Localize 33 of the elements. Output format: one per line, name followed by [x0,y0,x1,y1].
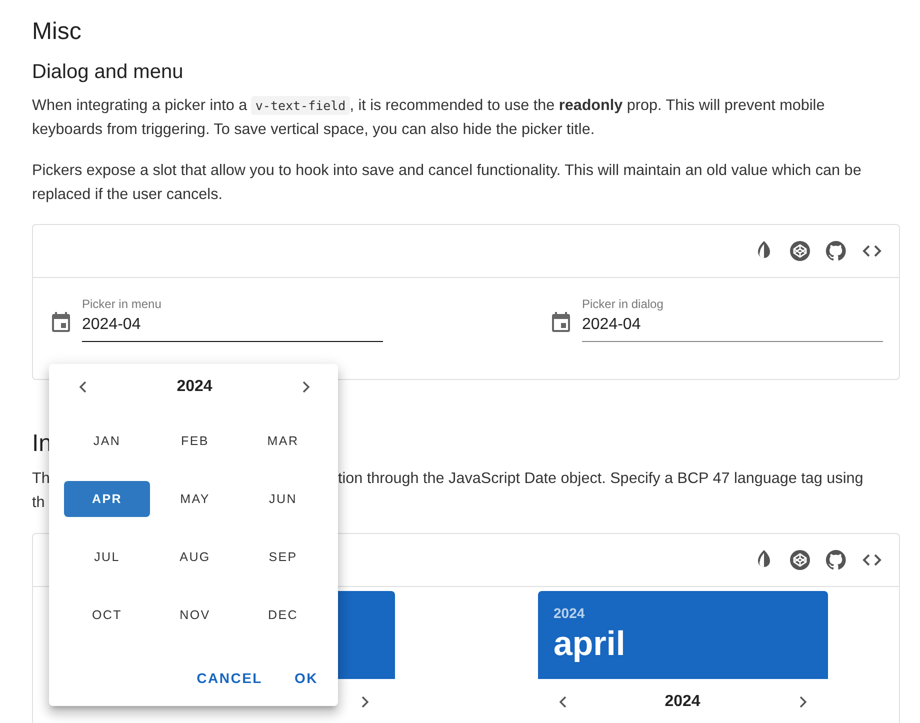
calendar-icon[interactable] [49,310,73,334]
paragraph-fragment: Th [32,469,50,489]
paragraph-fragment: tion through the JavaScript Date object. Specify a BCP 47 language tag using [338,469,864,489]
cube-icon[interactable] [788,548,812,572]
month-button[interactable]: SEP [240,539,326,575]
month-button[interactable]: NOV [152,597,238,633]
calendar-icon[interactable] [549,310,573,334]
header-year[interactable]: 2024 [554,603,585,623]
year-label[interactable]: 2024 [664,693,700,711]
year-label[interactable]: 2024 [176,378,212,396]
cat-silhouette-icon[interactable] [824,239,848,263]
page-title: Misc [32,17,82,47]
month-button[interactable]: APR [64,481,150,517]
action-button[interactable]: OK [282,660,330,696]
month-button[interactable]: AUG [152,539,238,575]
paragraph-fragment: th [32,493,45,513]
month-button[interactable]: FEB [152,423,238,459]
date-field[interactable]: Picker in menu 2024-04 [82,297,383,342]
month-button[interactable]: JUN [240,481,326,517]
paragraph: When integrating a picker into a v-text-field , it is recommended to use the readonly prop. This will prevent mobile keyboards from triggering. To save vertical space, you can also hide the picker title. [32,95,826,140]
month-button[interactable]: JAN [64,423,150,459]
action-button[interactable]: CANCEL [184,660,274,696]
date-field[interactable]: Picker in dialog 2024-04 [582,297,883,342]
cat-silhouette-icon[interactable] [824,548,848,572]
month-button[interactable]: OCT [64,597,150,633]
month-button[interactable]: MAY [152,481,238,517]
month-button[interactable]: MAR [240,423,326,459]
month-button[interactable]: DEC [240,597,326,633]
paragraph: Pickers expose a slot that allow you to hook into save and cancel functionality. This will maintain an old value which can be replaced if the user cancels. [32,161,862,205]
month-button[interactable]: JUL [64,539,150,575]
cube-icon[interactable] [788,239,812,263]
section-heading: Dialog and menu [32,60,184,85]
header-month: april [554,624,626,665]
